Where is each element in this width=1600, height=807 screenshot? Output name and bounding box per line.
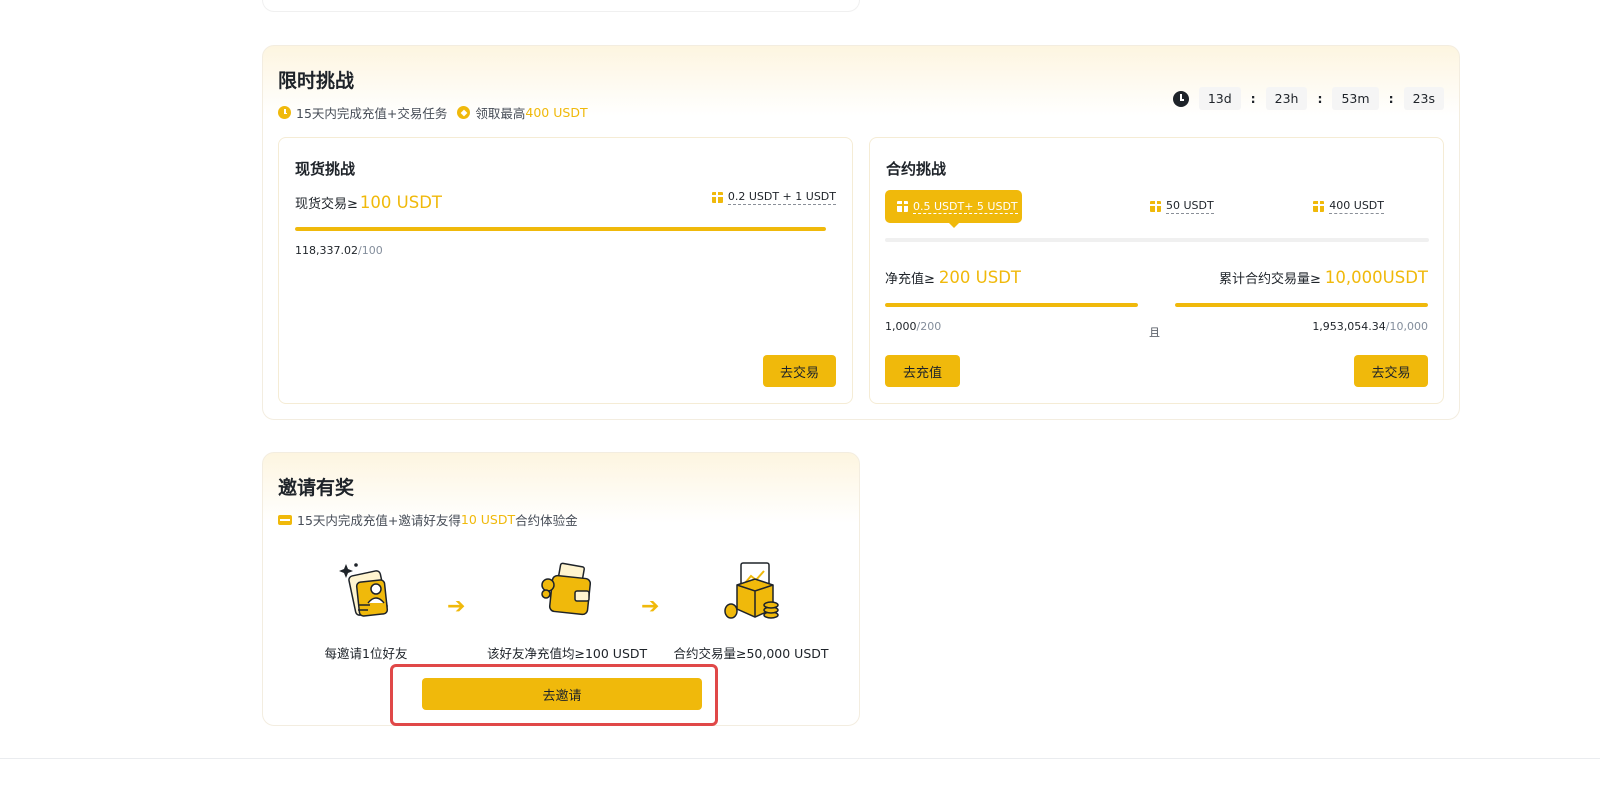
futures-volume-progress-bar: [1175, 303, 1428, 307]
page: 限时挑战 15天内完成充值+交易任务 领取最高 400 USDT 13d : 2…: [0, 0, 1600, 807]
invite-reward-amount: 10 USDT: [460, 512, 516, 527]
futures-tier-track: [885, 238, 1429, 242]
spot-challenge-title: 现货挑战: [295, 160, 356, 178]
spot-trade-button[interactable]: 去交易: [763, 355, 836, 387]
gift-icon: [1313, 201, 1325, 212]
futures-tier-1-label: 0.5 USDT+ 5 USDT: [913, 199, 1018, 214]
futures-deposit-value: 200 USDT: [938, 268, 1021, 287]
spot-progress-fill: [295, 227, 826, 231]
invite-title: 邀请有奖: [278, 477, 355, 499]
previous-panel-edge: [262, 0, 860, 12]
clock-icon: [1172, 90, 1189, 107]
countdown-separator: :: [1250, 91, 1256, 106]
invite-step-2: 该好友净充值均≥100 USDT: [487, 561, 647, 662]
futures-tier-3-label: 400 USDT: [1329, 199, 1384, 214]
ticket-icon: [278, 514, 292, 525]
gift-icon: [897, 201, 908, 212]
arrow-right-icon: ➔: [447, 594, 466, 619]
futures-volume-value: 10,000USDT: [1324, 268, 1428, 287]
challenge-subtitle-text: 15天内完成充值+交易任务: [296, 106, 448, 121]
spot-progress-current: 118,337.02: [295, 244, 358, 257]
challenge-title: 限时挑战: [278, 70, 355, 92]
futures-tier-2[interactable]: 50 USDT: [1150, 199, 1214, 214]
challenge-subtitle: 15天内完成充值+交易任务 领取最高 400 USDT: [278, 103, 588, 122]
futures-challenge-title: 合约挑战: [886, 160, 947, 178]
trading-box-illustration: [724, 562, 779, 619]
coin-icon: [457, 106, 471, 119]
spot-progress-target: /100: [357, 244, 383, 257]
futures-volume-progress-fill: [1175, 303, 1428, 307]
deposit-button[interactable]: 去充值: [885, 355, 960, 387]
countdown-separator: :: [1317, 91, 1323, 106]
futures-volume-current: 1,953,054.34: [1312, 320, 1386, 333]
spot-goal-label: 现货交易≥: [295, 197, 358, 212]
countdown-minutes: 53m: [1332, 87, 1379, 110]
futures-challenge-card: 合约挑战 0.5 USDT+ 5 USDT 50 USDT 400 USDT 净…: [869, 137, 1444, 404]
invite-step-1-caption: 每邀请1位好友: [324, 646, 408, 661]
countdown-timer: 13d : 23h : 53m : 23s: [1172, 87, 1444, 110]
futures-deposit-current: 1,000: [885, 320, 917, 333]
futures-deposit-target: /200: [916, 320, 942, 333]
spot-reward[interactable]: 0.2 USDT + 1 USDT: [711, 190, 836, 205]
arrow-right-icon: ➔: [641, 594, 660, 619]
spot-progress-text: 118,337.02/100: [295, 244, 383, 257]
invite-subtitle: 15天内完成充值+邀请好友得 10 USDT 合约体验金: [278, 510, 578, 529]
futures-tier-3[interactable]: 400 USDT: [1313, 199, 1384, 214]
gift-icon: [711, 192, 723, 203]
and-connector: 且: [1149, 326, 1160, 339]
countdown-seconds: 23s: [1403, 87, 1444, 110]
friend-card-illustration: [339, 563, 389, 617]
futures-volume-progress-text: 1,953,054.34/10,000: [1312, 320, 1428, 333]
futures-deposit-progress-text: 1,000/200: [885, 320, 941, 333]
countdown-days: 13d: [1198, 87, 1241, 110]
futures-deposit-progress-bar: [885, 303, 1138, 307]
futures-deposit-label: 净充值≥: [885, 272, 935, 287]
futures-tier-1[interactable]: 0.5 USDT+ 5 USDT: [885, 190, 1022, 228]
invite-step-2-caption: 该好友净充值均≥100 USDT: [487, 646, 648, 661]
futures-deposit-goal: 净充值≥ 200 USDT: [885, 268, 1021, 287]
spot-challenge-card: 现货挑战 现货交易≥ 100 USDT 0.2 USDT + 1 USDT 11…: [278, 137, 853, 404]
futures-deposit-progress-fill: [885, 303, 1138, 307]
invite-step-1: 每邀请1位好友: [286, 561, 446, 662]
footer-divider: [0, 758, 1600, 759]
wallet-illustration: [541, 562, 592, 616]
clock-icon: [278, 106, 291, 119]
futures-volume-label: 累计合约交易量≥: [1219, 272, 1321, 287]
spot-reward-label: 0.2 USDT + 1 USDT: [727, 190, 836, 205]
spot-goal: 现货交易≥ 100 USDT: [295, 193, 442, 212]
challenge-reward-amount: 400 USDT: [525, 105, 588, 120]
futures-tier-2-label: 50 USDT: [1166, 199, 1214, 214]
invite-step-3: 合约交易量≥50,000 USDT: [671, 561, 831, 662]
countdown-separator: :: [1388, 91, 1394, 106]
futures-trade-button[interactable]: 去交易: [1354, 355, 1428, 387]
spot-progress-bar: [295, 227, 826, 231]
invite-subtitle-text: 15天内完成充值+邀请好友得: [297, 513, 461, 528]
invite-subtitle-suffix: 合约体验金: [515, 513, 578, 528]
futures-volume-goal: 累计合约交易量≥ 10,000USDT: [1219, 268, 1428, 287]
highlight-annotation: [390, 664, 718, 726]
invite-step-3-caption: 合约交易量≥50,000 USDT: [673, 646, 829, 661]
countdown-hours: 23h: [1265, 87, 1308, 110]
futures-volume-target: /10,000: [1385, 320, 1428, 333]
gift-icon: [1150, 201, 1161, 212]
spot-goal-value: 100 USDT: [359, 193, 442, 212]
challenge-reward-text: 领取最高: [475, 106, 526, 121]
